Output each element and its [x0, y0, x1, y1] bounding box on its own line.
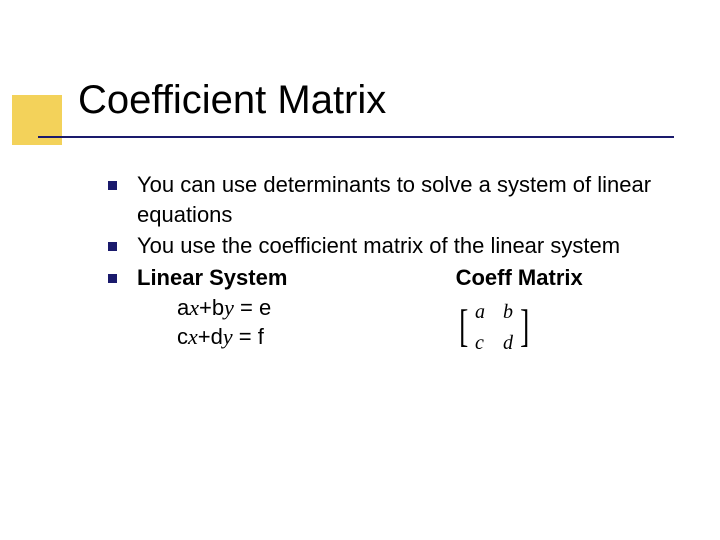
- bullet-icon: [108, 274, 117, 283]
- slide-body: You can use determinants to solve a syst…: [108, 170, 668, 359]
- bullet-icon: [108, 242, 117, 251]
- matrix-c: c: [475, 330, 485, 357]
- eq1-b: +b: [199, 295, 224, 320]
- eq2-f: = f: [233, 324, 264, 349]
- eq1-x: x: [189, 295, 199, 320]
- eq1-e: = e: [234, 295, 271, 320]
- matrix: [ a b c d ]: [456, 299, 668, 357]
- eq2-x: x: [188, 324, 198, 349]
- eq1-y: y: [224, 295, 234, 320]
- slide: Coefficient Matrix You can use determina…: [0, 0, 720, 540]
- left-bracket-icon: [: [459, 303, 468, 349]
- eq1-a: a: [177, 295, 189, 320]
- matrix-d: d: [503, 330, 513, 357]
- eq2-c: c: [177, 324, 188, 349]
- eq2-y: y: [223, 324, 233, 349]
- eq2-d: +d: [198, 324, 223, 349]
- label-linear-system: Linear System: [137, 265, 287, 290]
- right-bracket-icon: ]: [520, 303, 529, 349]
- title-underline: [38, 136, 674, 138]
- label-coeff-matrix: Coeff Matrix: [456, 265, 583, 290]
- matrix-a: a: [475, 299, 485, 326]
- matrix-b: b: [503, 299, 513, 326]
- bullet-icon: [108, 181, 117, 190]
- bullet-text-2: You use the coefficient matrix of the li…: [137, 231, 668, 261]
- equation-line-1: ax+by = e: [177, 293, 429, 323]
- bullet-row-1: You can use determinants to solve a syst…: [108, 170, 668, 229]
- bullet-text-1: You can use determinants to solve a syst…: [137, 170, 668, 229]
- equation-line-2: cx+dy = f: [177, 322, 429, 352]
- bullet-row-3: Linear System ax+by = e cx+dy = f Coeff …: [108, 263, 668, 357]
- bullet-row-2: You use the coefficient matrix of the li…: [108, 231, 668, 261]
- slide-title: Coefficient Matrix: [78, 78, 386, 123]
